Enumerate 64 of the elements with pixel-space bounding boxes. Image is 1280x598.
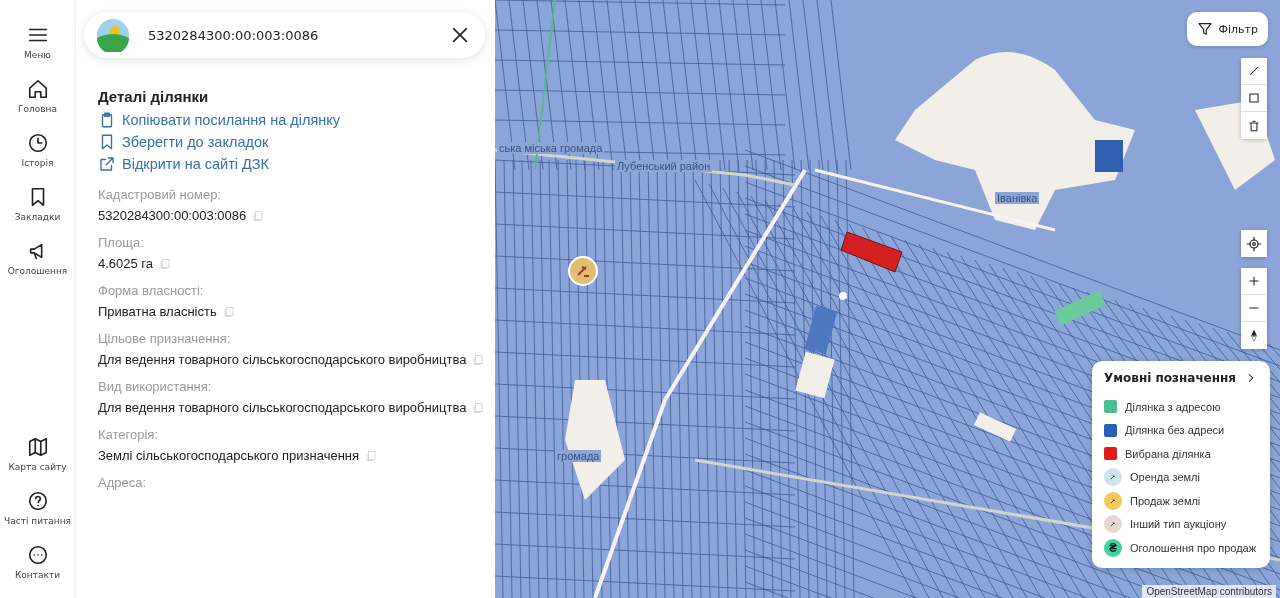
line-icon [1247, 64, 1261, 78]
map-icon [26, 436, 49, 458]
map-label: Лубенський район [615, 160, 713, 172]
legend-label: Інший тип аукціону [1130, 518, 1227, 531]
nav-item[interactable]: Контакти [2, 544, 73, 598]
nav-item[interactable]: Меню [2, 24, 73, 78]
legend-label: Ділянка без адреси [1125, 424, 1225, 437]
action-link[interactable]: Зберегти до закладок [98, 131, 485, 153]
field-label: Кадастровий номер: [98, 187, 222, 202]
compass-button[interactable] [1241, 322, 1267, 349]
field-label: Форма власності: [98, 283, 205, 298]
field-label: Категорія: [98, 427, 159, 442]
legend-label: Оренда землі [1130, 471, 1200, 484]
field-label: Цільове призначення: [98, 331, 232, 346]
action-link[interactable]: Відкрити на сайті ДЗК [98, 153, 485, 175]
field-label: Адреса: [98, 475, 148, 490]
legend-header[interactable]: Умовні позначення [1104, 371, 1258, 385]
legend-marker: ₴ [1104, 538, 1122, 557]
filter-button[interactable]: Фільтр [1186, 12, 1268, 46]
map-drawing[interactable] [495, 0, 1280, 598]
legend-label: Вибрана ділянка [1125, 447, 1211, 460]
map-label: ська міська громада [497, 142, 605, 154]
nav-item[interactable]: Карта сайту [2, 436, 73, 490]
delete-button[interactable] [1241, 112, 1267, 139]
field-value: 4.6025 га [98, 256, 154, 271]
map-attribution: OpenStreetMap contributors [1142, 585, 1276, 598]
square-icon [1247, 91, 1261, 105]
zoom-in-button[interactable] [1241, 268, 1267, 295]
field-value: Приватна власність [98, 304, 217, 319]
auction-marker-icon[interactable] [568, 256, 598, 286]
map-label: громада [555, 450, 602, 462]
field-label: Площа: [98, 235, 145, 250]
locate-button[interactable] [1241, 230, 1267, 257]
nav-item[interactable]: Часті питання [2, 490, 73, 544]
field-value: Для ведення товарного сільськогосподарського виробництва [98, 352, 467, 367]
trash-icon [1247, 118, 1261, 133]
filter-icon [1196, 21, 1213, 37]
question-icon [26, 490, 49, 512]
nav-item[interactable]: Оголошення [2, 240, 73, 294]
clock-icon [26, 132, 49, 154]
draw-polygon-button[interactable] [1241, 85, 1267, 112]
zoom-out-button[interactable] [1241, 295, 1267, 322]
search-field[interactable]: 5320284300:00:003:0086 [146, 26, 433, 44]
nav-item[interactable]: Головна [2, 78, 73, 132]
legend-label: Ділянка з адресою [1125, 400, 1221, 413]
nav-item[interactable]: Закладки [2, 186, 73, 240]
legend-label: Оголошення про продаж [1130, 541, 1257, 554]
field-value: Для ведення товарного сільськогосподарського виробництва [98, 400, 467, 415]
home-icon [26, 78, 49, 100]
field-label: Вид використання: [98, 379, 213, 394]
field-value: Землі сільськогосподарського призначення [98, 448, 360, 463]
action-link[interactable]: Копіювати посилання на ділянку [98, 109, 485, 131]
hammer-icon [1108, 472, 1118, 483]
locate-icon [1246, 235, 1262, 252]
field-value: 5320284300:00:003:0086 [98, 208, 247, 223]
hammer-icon [1108, 519, 1118, 530]
section-title: Деталі ділянки [98, 88, 210, 105]
logo-icon [96, 18, 130, 52]
nav-item[interactable]: Історія [2, 132, 73, 186]
legend-label: Продаж землі [1130, 494, 1201, 507]
external-link-icon [98, 155, 116, 173]
map-label: Іванівка [995, 192, 1040, 204]
plus-icon [1247, 274, 1261, 288]
chat-icon [26, 544, 49, 566]
